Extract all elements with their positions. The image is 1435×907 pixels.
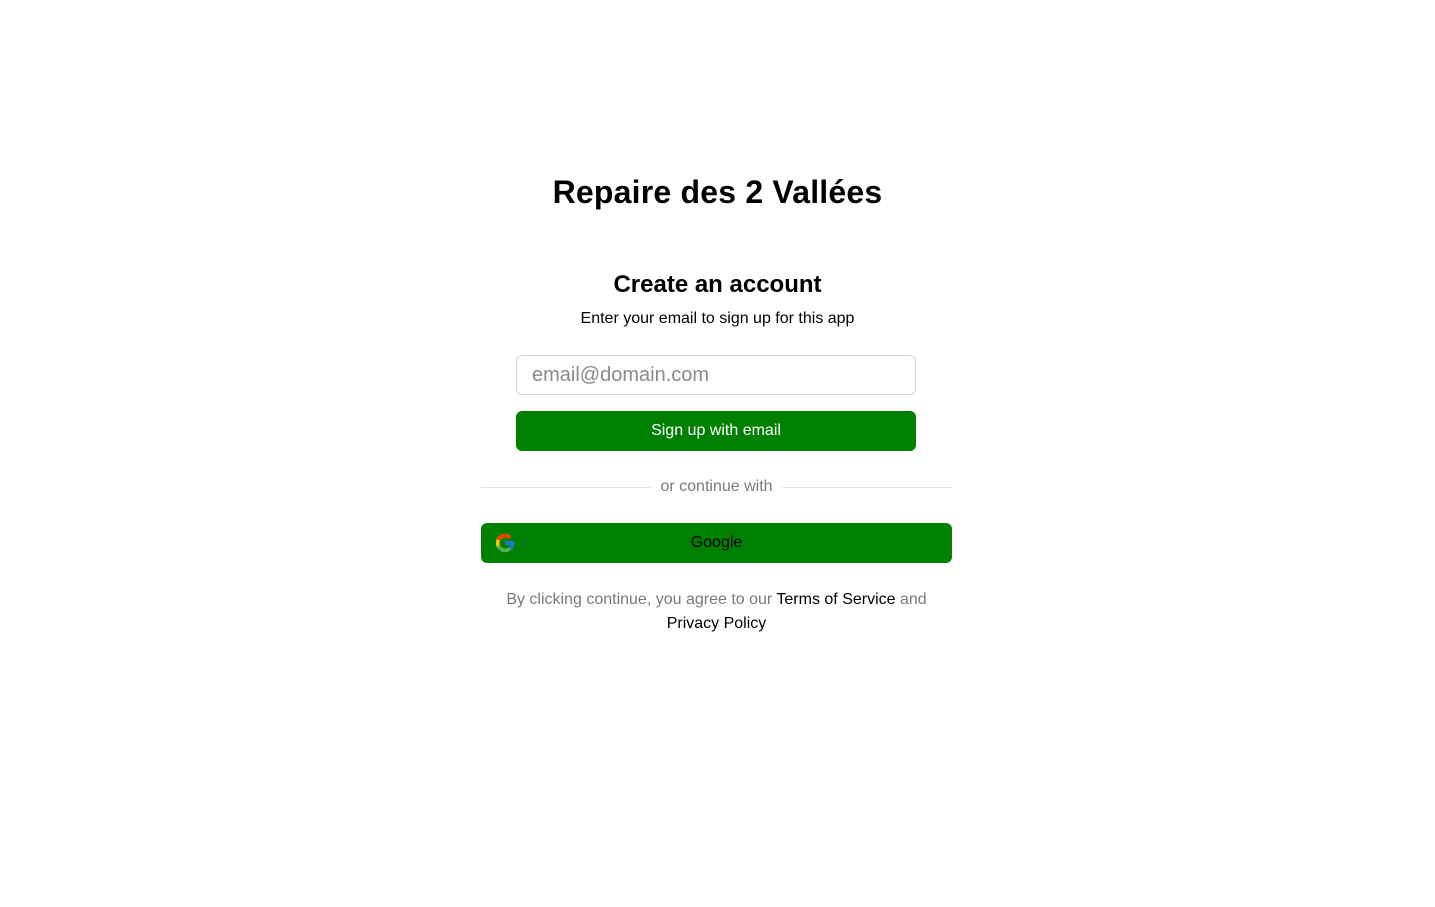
divider-line-left <box>481 486 652 488</box>
google-icon <box>495 533 515 553</box>
legal-notice: By clicking continue, you agree to our T… <box>481 588 952 636</box>
app-title: Repaire des 2 Vallées <box>552 174 883 210</box>
google-signin-button[interactable]: Google <box>481 523 952 563</box>
divider-text: or continue with <box>660 478 773 495</box>
signup-with-email-button[interactable]: Sign up with email <box>516 411 916 451</box>
terms-of-service-link[interactable]: Terms of Service <box>776 591 895 608</box>
google-button-label: Google <box>690 534 743 551</box>
legal-prefix: By clicking continue, you agree to our <box>506 591 777 608</box>
privacy-policy-link[interactable]: Privacy Policy <box>667 615 767 632</box>
form-subheading: Enter your email to sign up for this app <box>580 310 855 327</box>
form-heading: Create an account <box>613 271 822 298</box>
or-divider: or continue with <box>481 476 952 498</box>
legal-middle: and <box>895 591 927 608</box>
divider-line-right <box>781 486 952 488</box>
email-input[interactable] <box>516 355 916 395</box>
signup-page: Repaire des 2 Vallées Create an account … <box>0 0 1435 907</box>
